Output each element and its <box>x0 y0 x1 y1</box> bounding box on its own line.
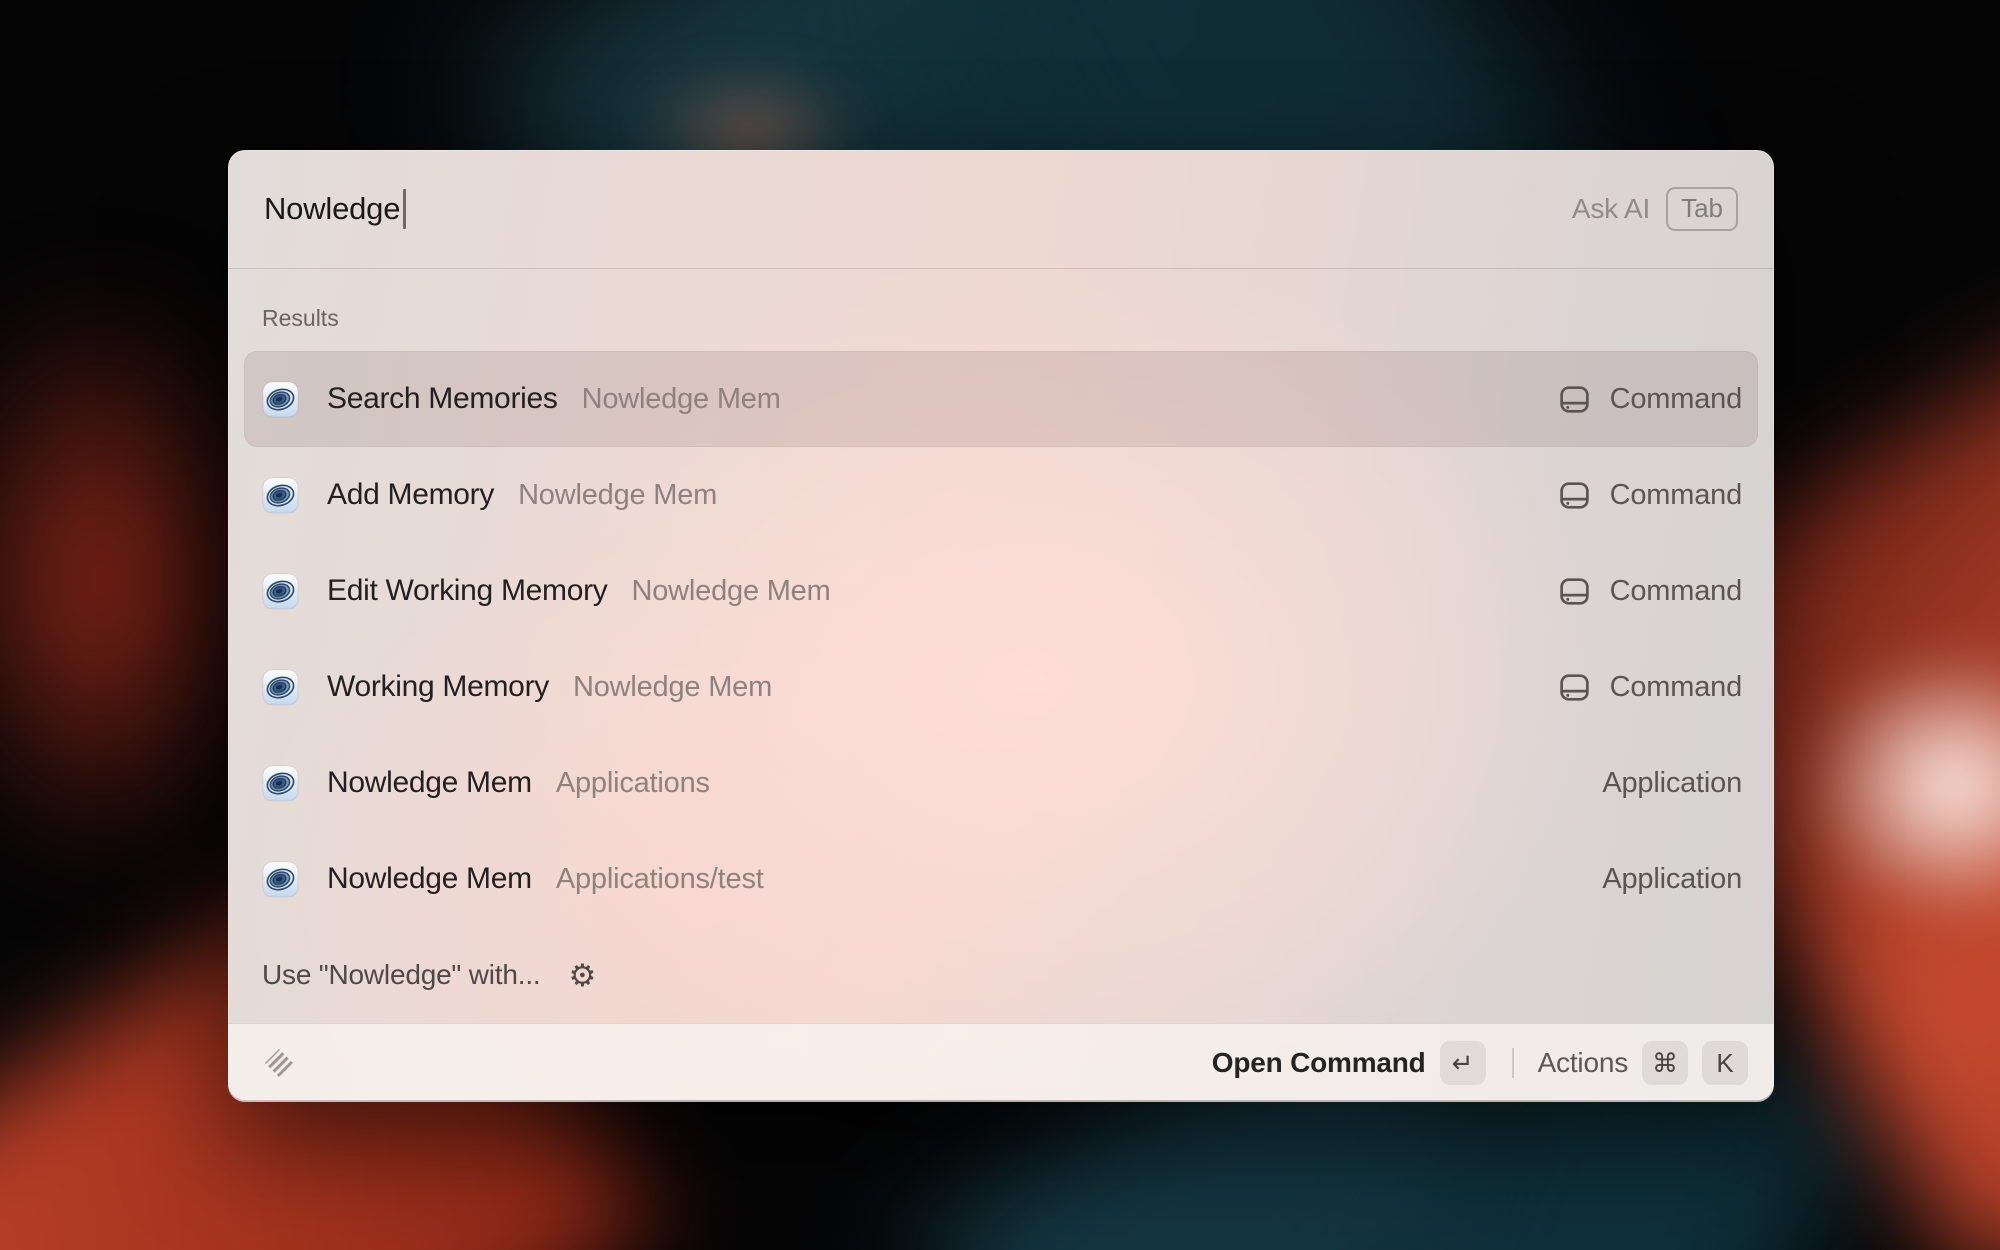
result-type-label: Command <box>1610 383 1742 416</box>
result-subtitle: Nowledge Mem <box>582 383 781 416</box>
tab-key-badge: Tab <box>1666 187 1738 230</box>
result-title: Nowledge Mem <box>327 766 532 800</box>
text-cursor <box>403 189 406 229</box>
result-type-label: Command <box>1610 479 1742 512</box>
action-bar: Open Command ↵ Actions ⌘ K <box>228 1023 1774 1102</box>
enter-key-badge: ↵ <box>1440 1041 1486 1085</box>
result-row[interactable]: Search Memories Nowledge Mem Command <box>244 351 1758 447</box>
result-row[interactable]: Nowledge Mem Applications/test Applicati… <box>244 831 1758 927</box>
hard-drive-icon <box>1557 478 1592 513</box>
result-type-label: Application <box>1602 863 1742 896</box>
result-row[interactable]: Add Memory Nowledge Mem Command <box>244 447 1758 543</box>
result-title: Nowledge Mem <box>327 862 532 896</box>
use-with-label: Use "Nowledge" with... <box>262 959 541 991</box>
result-type-label: Command <box>1610 671 1742 704</box>
nowledge-mem-app-icon <box>262 861 299 898</box>
hard-drive-icon <box>1557 574 1592 609</box>
result-row[interactable]: Nowledge Mem Applications Application <box>244 735 1758 831</box>
ask-ai-button[interactable]: Ask AI <box>1572 193 1650 225</box>
nowledge-mem-app-icon <box>262 573 299 610</box>
hard-drive-icon <box>1557 382 1592 417</box>
k-key-badge: K <box>1702 1041 1748 1085</box>
command-key-badge: ⌘ <box>1642 1041 1688 1085</box>
result-type-label: Command <box>1610 575 1742 608</box>
search-query-text: Nowledge <box>264 191 400 227</box>
nowledge-mem-app-icon <box>262 477 299 514</box>
raycast-launcher-window: Nowledge Ask AI Tab Results <box>228 150 1774 1100</box>
result-title: Search Memories <box>327 382 558 416</box>
result-subtitle: Applications <box>556 767 710 800</box>
result-subtitle: Applications/test <box>556 863 764 896</box>
nowledge-mem-app-icon <box>262 765 299 802</box>
result-title: Add Memory <box>327 478 494 512</box>
results-list: Search Memories Nowledge Mem Command <box>244 351 1758 927</box>
open-command-button[interactable]: Open Command <box>1212 1047 1426 1079</box>
raycast-logo-icon <box>262 1046 296 1080</box>
search-bar: Nowledge Ask AI Tab <box>228 150 1774 269</box>
actions-button[interactable]: Actions <box>1538 1047 1628 1079</box>
nowledge-mem-app-icon <box>262 669 299 706</box>
hard-drive-icon <box>1557 670 1592 705</box>
wallpaper-highlight <box>1800 650 2000 920</box>
footer-divider <box>1512 1048 1514 1078</box>
search-input[interactable]: Nowledge <box>264 189 1572 229</box>
result-subtitle: Nowledge Mem <box>573 671 772 704</box>
use-with-row[interactable]: Use "Nowledge" with... ⚙ <box>244 927 1758 1023</box>
nowledge-mem-app-icon <box>262 381 299 418</box>
result-subtitle: Nowledge Mem <box>632 575 831 608</box>
results-panel: Results Search Memories Nowledge Mem <box>228 269 1774 1023</box>
result-title: Edit Working Memory <box>327 574 608 608</box>
search-bar-right: Ask AI Tab <box>1572 187 1738 230</box>
result-row[interactable]: Working Memory Nowledge Mem Command <box>244 639 1758 735</box>
result-subtitle: Nowledge Mem <box>518 479 717 512</box>
result-title: Working Memory <box>327 670 549 704</box>
result-row[interactable]: Edit Working Memory Nowledge Mem Command <box>244 543 1758 639</box>
result-type-label: Application <box>1602 767 1742 800</box>
gear-icon: ⚙ <box>569 960 597 991</box>
results-section-header: Results <box>262 305 1758 331</box>
